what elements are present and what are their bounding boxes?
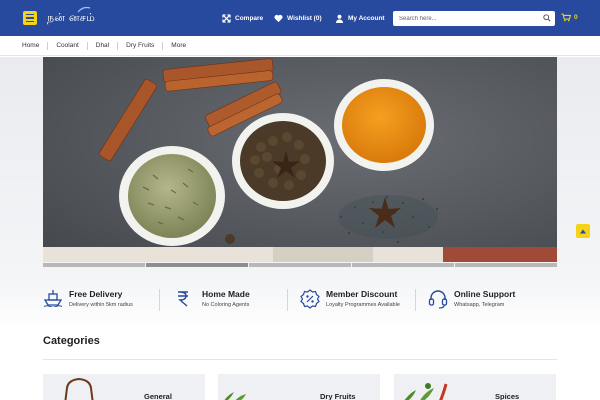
feature-subtitle: Whatsapp, Telegram: [454, 302, 505, 308]
search-icon[interactable]: [543, 14, 551, 22]
menu-bar: [26, 20, 34, 23]
menu-bar: [26, 13, 34, 16]
carousel-dot[interactable]: [455, 263, 557, 267]
feature-subtitle: No Coloring Agents: [202, 302, 250, 308]
feature-title: Home Made: [202, 289, 250, 299]
feature-divider: [159, 289, 160, 311]
compare-link[interactable]: Compare: [222, 12, 263, 24]
leaves-image: [224, 392, 246, 400]
feature-title: Member Discount: [326, 289, 398, 299]
hero-banner-image[interactable]: [43, 57, 557, 262]
feature-divider: [415, 289, 416, 311]
my-account-link[interactable]: My Account: [335, 12, 385, 24]
user-icon: [335, 14, 344, 23]
category-card-general[interactable]: General: [43, 374, 205, 400]
cart-count-badge: 0: [574, 14, 578, 21]
feature-title: Online Support: [454, 289, 516, 299]
feature-subtitle: Delivery within 5km radius: [69, 302, 133, 308]
discount-badge-icon: [300, 289, 320, 309]
caret-up-icon: [580, 229, 586, 233]
compare-label: Compare: [235, 14, 264, 22]
categories-heading: Categories: [43, 335, 100, 347]
herbs-image: [404, 383, 448, 400]
nav-item-coolant[interactable]: Coolant: [48, 41, 88, 50]
logo-swoosh-icon: [77, 6, 91, 13]
menu-bar: [26, 17, 34, 19]
search-box: [393, 11, 555, 26]
carousel-dot[interactable]: [43, 263, 145, 267]
category-label: Dry Fruits: [320, 392, 356, 400]
carousel-dot[interactable]: [249, 263, 351, 267]
nav-item-more[interactable]: More: [163, 42, 194, 50]
hamburger-menu-button[interactable]: [23, 11, 37, 25]
shopping-cart-icon: [561, 13, 571, 22]
carousel-dot[interactable]: [352, 263, 454, 267]
cart-button[interactable]: 0: [561, 13, 578, 22]
ship-icon: [43, 290, 63, 307]
my-account-label: My Account: [348, 14, 385, 22]
heart-icon: [274, 14, 283, 22]
compare-arrows-icon: [222, 13, 231, 23]
wishlist-link[interactable]: Wishlist (0): [274, 12, 322, 24]
spices-photo: [43, 57, 557, 262]
feature-subtitle: Loyalty Programmes Available: [326, 302, 400, 308]
feature-divider: [287, 289, 288, 311]
carousel-indicators: [43, 263, 557, 267]
top-header: நன் னசம் Compare Wishlist (0) My Account: [0, 0, 600, 36]
bag-image: [64, 377, 94, 400]
search-input[interactable]: [393, 11, 533, 26]
nav-item-home[interactable]: Home: [14, 41, 49, 50]
site-logo[interactable]: நன் னசம்: [47, 6, 95, 28]
features-strip: Free Delivery Delivery within 5km radius…: [43, 287, 557, 313]
scroll-to-top-button[interactable]: [576, 224, 590, 238]
rupee-icon: [178, 291, 188, 307]
categories-divider: [43, 359, 557, 360]
nav-item-dhal[interactable]: Dhal: [88, 41, 119, 50]
category-card-dry-fruits[interactable]: Dry Fruits: [218, 374, 380, 400]
category-card-spices[interactable]: Spices: [394, 374, 556, 400]
main-nav: Home Coolant Dhal Dry Fruits More: [0, 36, 600, 56]
feature-title: Free Delivery: [69, 289, 123, 299]
nav-item-dry-fruits[interactable]: Dry Fruits: [118, 41, 164, 50]
carousel-dot-active[interactable]: [146, 263, 248, 267]
category-label: Spices: [495, 392, 520, 400]
headset-icon: [428, 290, 448, 309]
category-label: General: [144, 392, 172, 400]
wishlist-label: Wishlist (0): [287, 14, 322, 22]
